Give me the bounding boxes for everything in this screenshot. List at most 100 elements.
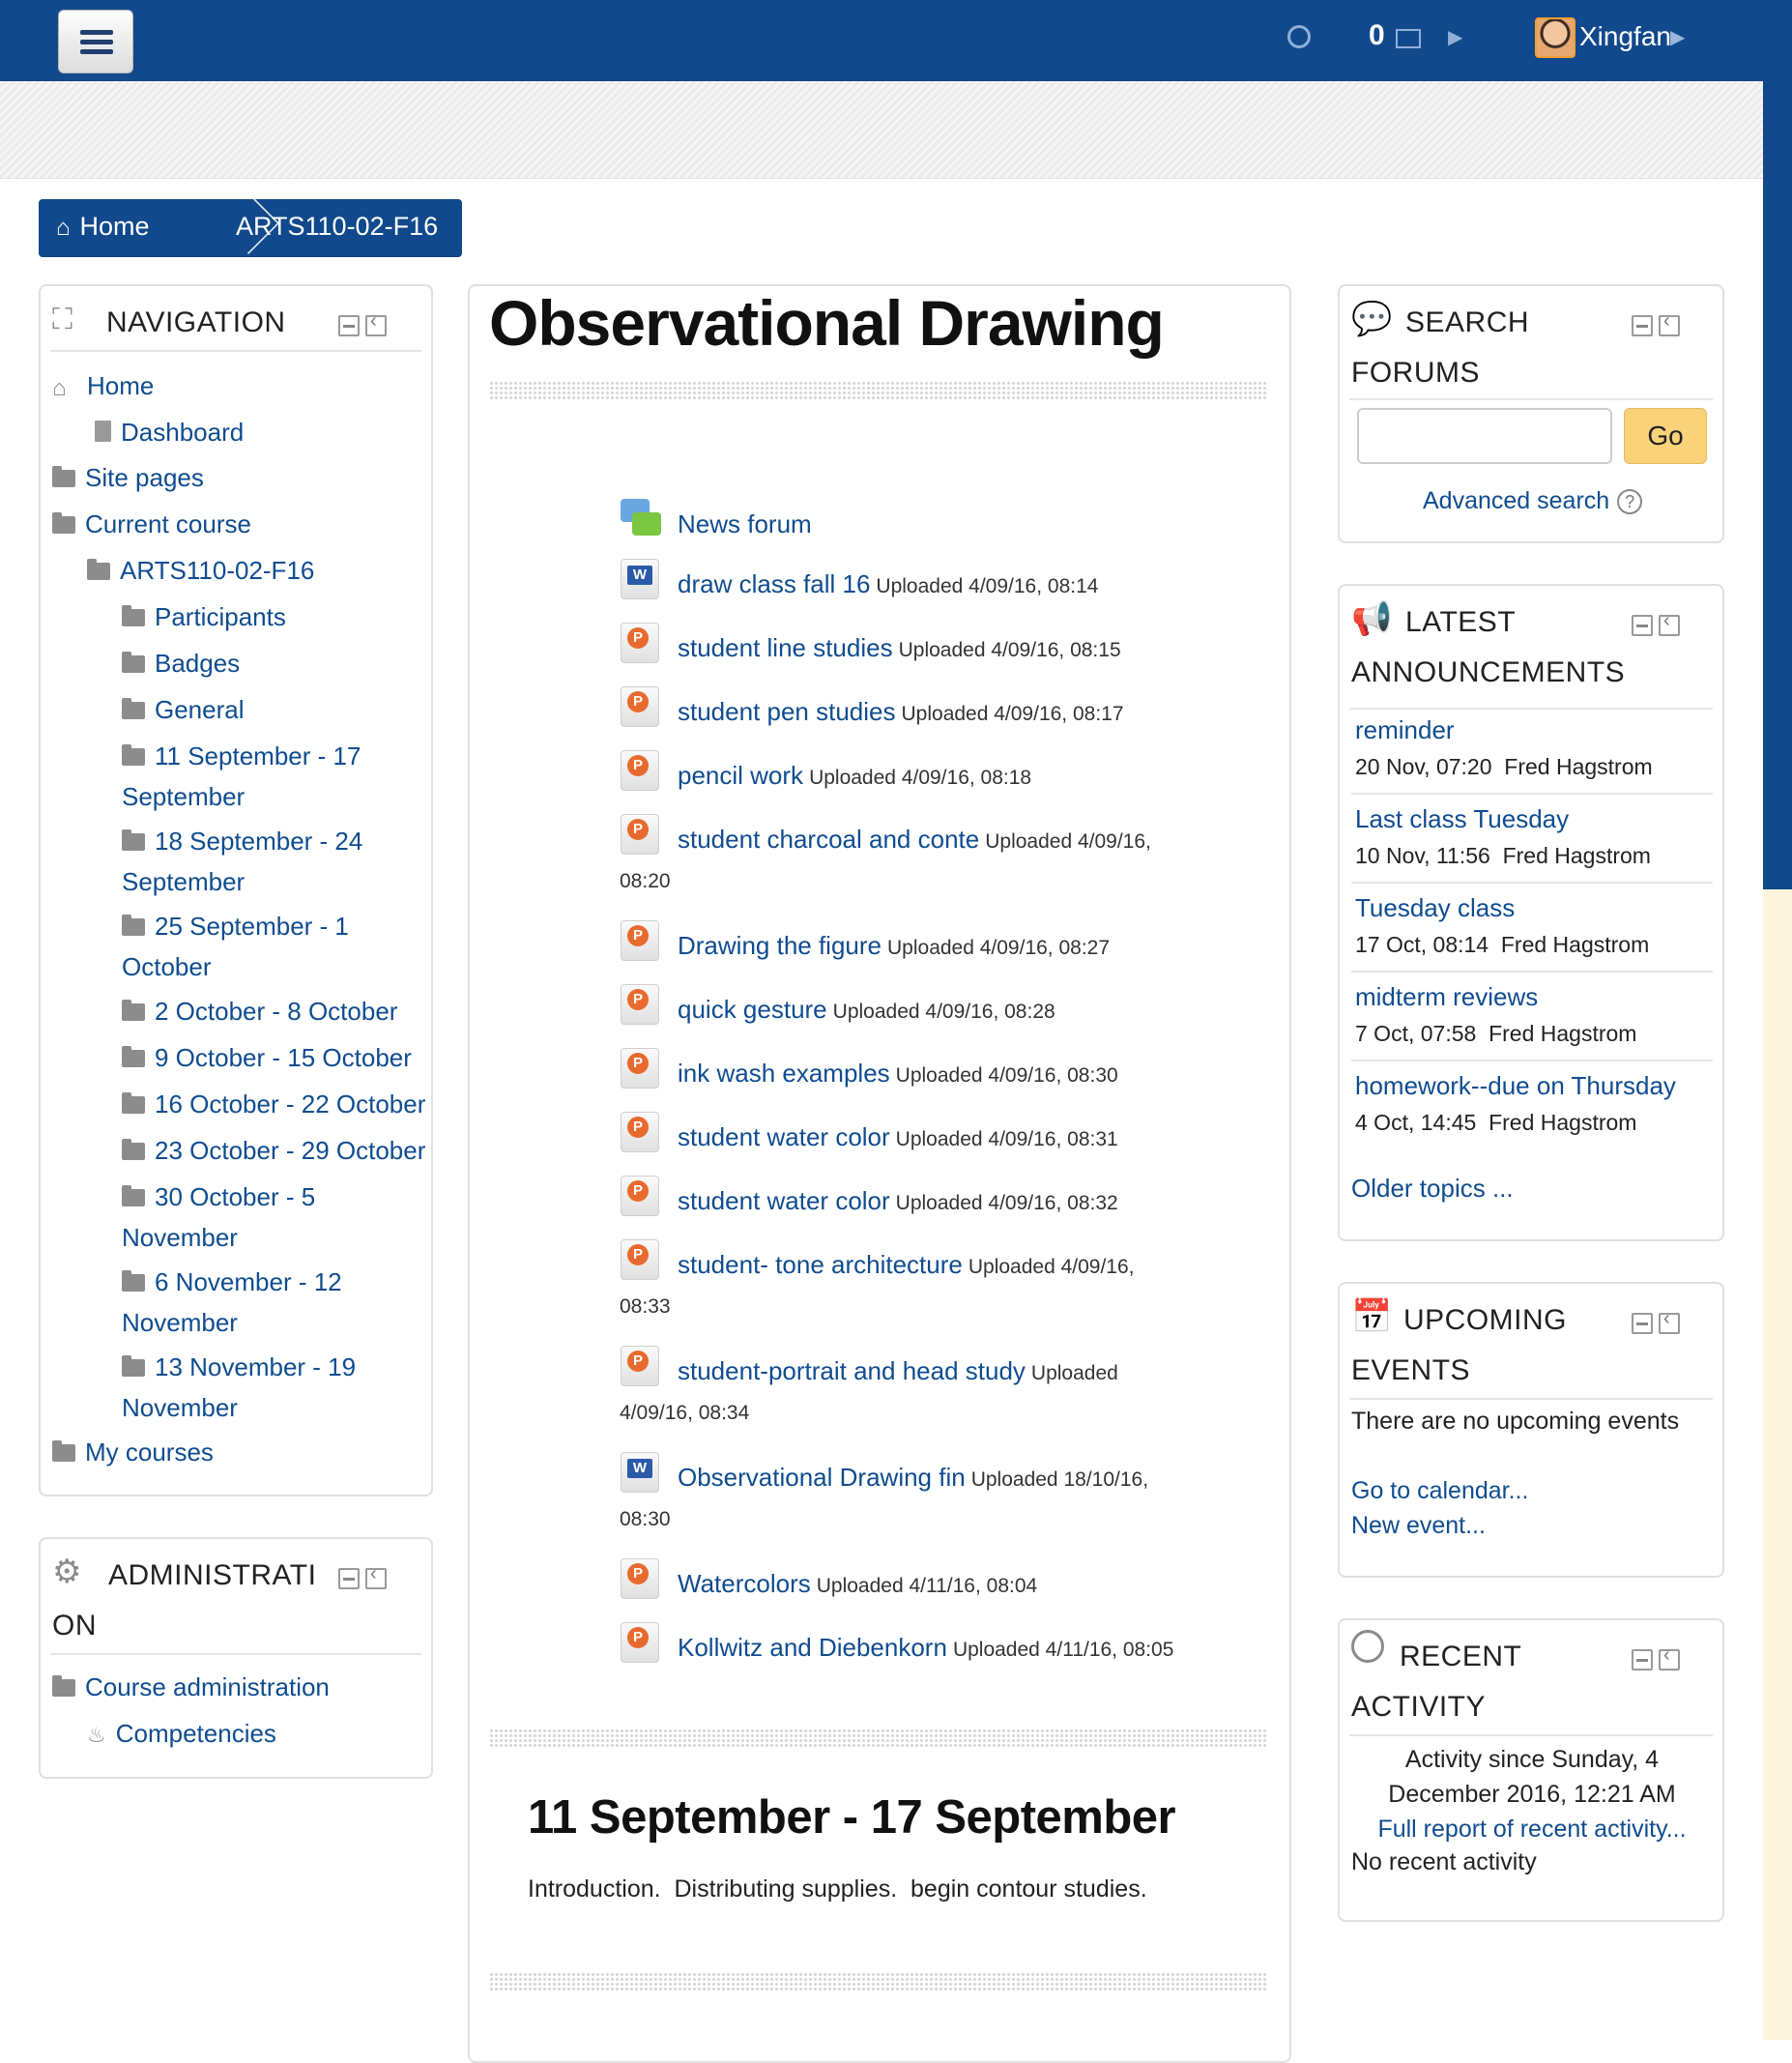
resource-link[interactable]: draw class fall 16 <box>678 569 870 598</box>
nav-current-course[interactable]: Current course <box>52 504 251 544</box>
nav-participants[interactable]: Participants <box>122 596 286 637</box>
minimize-icon[interactable] <box>1632 315 1653 336</box>
user-name[interactable]: Xingfan <box>1579 21 1671 52</box>
announcement-title-link[interactable]: midterm reviews <box>1355 982 1538 1012</box>
breadcrumb-home[interactable]: ⌂ Home <box>56 212 150 242</box>
nav-week-1-cont[interactable]: September <box>122 776 245 817</box>
powerpoint-icon <box>621 1176 659 1216</box>
nav-site-pages[interactable]: Site pages <box>52 457 204 498</box>
resource-item[interactable]: student water color Uploaded 4/09/16, 08:… <box>678 1116 1118 1161</box>
nav-week-4[interactable]: 2 October - 8 October <box>122 991 397 1032</box>
announcement-meta: 20 Nov, 07:20 Fred Hagstrom <box>1355 754 1653 779</box>
resource-link[interactable]: Watercolors <box>678 1569 811 1598</box>
resource-item[interactable]: pencil work Uploaded 4/09/16, 08:18 <box>678 754 1031 799</box>
caret-right-icon[interactable]: ▶ <box>1670 25 1685 49</box>
nav-general[interactable]: General <box>122 689 245 730</box>
dock-icon[interactable] <box>365 1563 387 1589</box>
dock-icon[interactable] <box>1659 1644 1680 1671</box>
course-administration-link[interactable]: Course administration <box>52 1667 330 1707</box>
breadcrumb-course[interactable]: ARTS110-02-F16 <box>236 212 438 242</box>
minimize-icon[interactable] <box>1632 615 1653 636</box>
nav-home[interactable]: ⌂ Home <box>52 365 154 406</box>
new-event-link[interactable]: New event... <box>1351 1512 1486 1540</box>
nav-week-3[interactable]: 25 September - 1 <box>122 906 349 946</box>
resource-link[interactable]: student- tone architecture <box>678 1250 963 1279</box>
announcement-title-link[interactable]: reminder <box>1355 715 1455 745</box>
nav-week-2[interactable]: 18 September - 24 <box>122 821 362 861</box>
resource-link[interactable]: Observational Drawing fin <box>678 1463 966 1492</box>
resource-item[interactable]: News forum <box>678 503 812 545</box>
nav-badges[interactable]: Badges <box>122 643 240 683</box>
nav-my-courses[interactable]: My courses <box>52 1432 214 1472</box>
search-forums-input[interactable] <box>1357 408 1612 464</box>
resource-link[interactable]: student line studies <box>678 633 893 662</box>
avatar[interactable] <box>1535 17 1575 58</box>
nav-week-5[interactable]: 9 October - 15 October <box>122 1037 412 1078</box>
resource-link[interactable]: News forum <box>678 509 812 538</box>
nav-week-1[interactable]: 11 September - 17 <box>122 736 361 776</box>
resource-item[interactable]: student-portrait and head study Uploaded <box>678 1350 1118 1395</box>
full-report-link[interactable]: Full report of recent activity... <box>1353 1812 1711 1846</box>
resource-item[interactable]: Drawing the figure Uploaded 4/09/16, 08:2… <box>678 924 1110 970</box>
nav-week-8-cont[interactable]: November <box>122 1217 238 1258</box>
resource-item[interactable]: Kollwitz and Diebenkorn Uploaded 4/11/16,… <box>678 1626 1173 1671</box>
resource-item[interactable]: ink wash examples Uploaded 4/09/16, 08:30 <box>678 1052 1118 1097</box>
resource-link[interactable]: Drawing the figure <box>678 931 882 960</box>
resource-link[interactable]: quick gesture <box>678 995 827 1024</box>
dock-icon[interactable] <box>1659 310 1680 336</box>
older-topics-link[interactable]: Older topics ... <box>1351 1174 1514 1204</box>
help-icon[interactable]: ? <box>1617 489 1643 515</box>
nav-week-9[interactable]: 6 November - 12 <box>122 1262 342 1302</box>
nav-week-6[interactable]: 16 October - 22 October <box>122 1084 425 1124</box>
envelope-icon[interactable] <box>1396 29 1421 48</box>
announcement-title-link[interactable]: Last class Tuesday <box>1355 804 1569 834</box>
resource-item[interactable]: Observational Drawing fin Uploaded 18/10/… <box>678 1456 1148 1501</box>
resource-link[interactable]: student pen studies <box>678 697 896 726</box>
notification-icon[interactable] <box>1287 25 1311 48</box>
resource-link[interactable]: student charcoal and conte <box>678 825 979 854</box>
dock-icon[interactable] <box>1659 610 1680 636</box>
announcement-title-link[interactable]: Tuesday class <box>1355 893 1515 923</box>
advanced-search-link[interactable]: Advanced search <box>1423 487 1609 514</box>
minimize-icon[interactable] <box>338 315 360 336</box>
go-button[interactable]: Go <box>1624 408 1707 464</box>
resource-item[interactable]: student pen studies Uploaded 4/09/16, 08:… <box>678 690 1124 736</box>
resource-link[interactable]: ink wash examples <box>678 1059 890 1088</box>
competencies-link[interactable]: ♨ Competencies <box>87 1713 276 1756</box>
nav-week-10-cont[interactable]: November <box>122 1387 238 1428</box>
resource-item[interactable]: student- tone architecture Uploaded 4/09/… <box>678 1243 1134 1289</box>
dock-icon[interactable] <box>365 310 387 336</box>
resource-item[interactable]: student line studies Uploaded 4/09/16, 08… <box>678 626 1121 672</box>
resource-link[interactable]: Kollwitz and Diebenkorn <box>678 1633 947 1662</box>
resource-link[interactable]: student water color <box>678 1122 890 1151</box>
resource-upload-info: Uploaded 4/09/16, <box>968 1256 1135 1278</box>
message-count[interactable]: 0 <box>1369 19 1385 52</box>
nav-week-8[interactable]: 30 October - 5 <box>122 1177 315 1217</box>
nav-week-2-cont[interactable]: September <box>122 861 245 902</box>
nav-course[interactable]: ARTS110-02-F16 <box>87 550 314 591</box>
resource-item[interactable]: student water color Uploaded 4/09/16, 08:… <box>678 1179 1118 1225</box>
nav-week-7[interactable]: 23 October - 29 October <box>122 1130 425 1171</box>
menu-toggle-button[interactable] <box>58 10 133 73</box>
resource-item[interactable]: quick gesture Uploaded 4/09/16, 08:28 <box>678 988 1055 1033</box>
minimize-icon[interactable] <box>1632 1649 1653 1671</box>
announcement-title-link[interactable]: homework--due on Thursday <box>1355 1071 1676 1101</box>
nav-week-3-cont[interactable]: October <box>122 946 212 987</box>
nav-dashboard[interactable]: Dashboard <box>95 412 244 452</box>
minimize-icon[interactable] <box>338 1568 360 1589</box>
calendar-link[interactable]: Go to calendar... <box>1351 1477 1528 1505</box>
nav-week-10[interactable]: 13 November - 19 <box>122 1347 356 1387</box>
nav-week-9-cont[interactable]: November <box>122 1302 238 1343</box>
minimize-icon[interactable] <box>1632 1313 1653 1334</box>
resource-link[interactable]: pencil work <box>678 761 803 790</box>
folder-icon <box>52 1440 75 1462</box>
resource-item[interactable]: student charcoal and conte Uploaded 4/09/… <box>678 818 1151 863</box>
resource-link[interactable]: student water color <box>678 1186 890 1215</box>
powerpoint-icon <box>621 920 659 961</box>
resource-item[interactable]: draw class fall 16 Uploaded 4/09/16, 08:1… <box>678 563 1098 608</box>
dock-icon[interactable] <box>1659 1308 1680 1334</box>
resource-link[interactable]: student-portrait and head study <box>678 1356 1026 1385</box>
resource-upload-info: Uploaded 4/11/16, 08:04 <box>816 1575 1038 1597</box>
resource-item[interactable]: Watercolors Uploaded 4/11/16, 08:04 <box>678 1562 1037 1608</box>
caret-right-icon[interactable]: ▶ <box>1448 25 1462 49</box>
